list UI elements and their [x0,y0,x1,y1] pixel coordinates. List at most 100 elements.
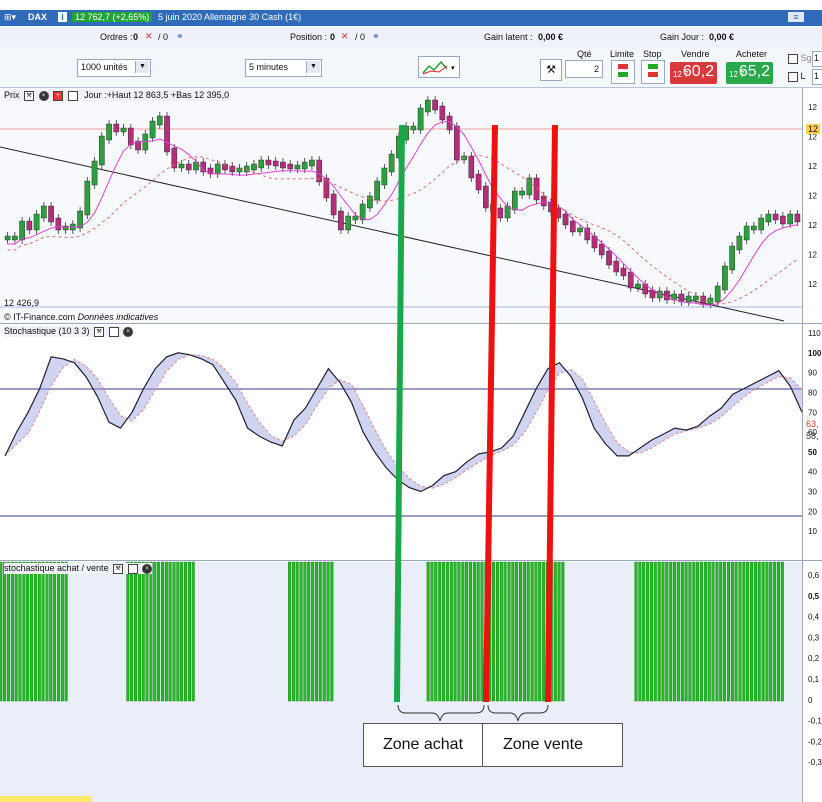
sg-label: Sg [800,53,812,63]
close-position-icon[interactable]: ✕ [341,31,349,42]
close-icon[interactable]: × [123,326,134,337]
cancel-orders-icon[interactable]: ✕ [145,31,153,42]
ordres-total: / 0 [158,32,169,42]
chevron-down-icon[interactable]: ▼ [306,61,320,73]
chart-type-button[interactable]: ▾ [418,56,460,78]
signal-bar [37,561,41,702]
bull-candle [309,159,315,167]
interval-select[interactable]: 5 minutes ▼ [245,59,322,77]
buy-button[interactable]: 12 7 65,2 [726,62,773,84]
signal-bar [49,561,53,702]
signal-bar [669,561,673,702]
bull-candle [743,225,750,241]
signal-bar [0,561,3,702]
signal-bar [646,561,650,702]
signal-panel-header: stochastique achat / vente ⚒ × [4,563,153,574]
sell-price: 60,2 [682,63,714,80]
bear-candle [497,207,504,219]
credit-text: © IT-Finance.com [4,312,76,322]
signal-bar [495,561,499,702]
bear-candle [287,163,294,170]
signal-bar [515,561,519,702]
bull-candle [577,227,583,233]
signal-bar [472,561,476,702]
signal-bar [649,561,653,702]
wrench-icon[interactable]: ⚒ [94,326,105,337]
signal-bar [561,561,565,702]
symbol-label[interactable]: DAX [28,12,47,22]
add-icon[interactable]: + [53,90,64,101]
bull-candle [120,127,127,133]
close-icon[interactable]: × [38,90,49,101]
gain-jour-value: 0,00 € [709,32,735,42]
maximize-icon[interactable] [127,563,138,574]
chart-icon[interactable]: ⊞▾ [4,12,16,23]
buy-price: 65,2 [738,63,770,80]
signal-bar [10,561,14,702]
quantity-input[interactable]: 2 [565,60,603,78]
units-select[interactable]: 1000 unités ▼ [77,59,151,77]
credit-note: Données indicatives [77,312,159,322]
signal-tick-label: -0,2 [808,737,822,746]
menu-icon[interactable]: ≡ [788,12,804,22]
bull-candle [417,107,424,131]
scrollbar-thumb[interactable] [0,796,92,802]
signal-bar [653,561,657,702]
signal-bar [680,561,684,702]
stop-order-button[interactable] [641,60,665,84]
bull-candle [258,159,265,169]
bull-candle [156,115,163,126]
bear-candle [338,210,344,231]
sg-checkbox[interactable]: Sg [786,53,812,64]
sg-input[interactable]: 1 [812,51,822,67]
signal-bar [538,561,542,702]
wrench-icon[interactable]: ⚒ [24,90,35,101]
signal-bar [465,561,469,702]
maximize-icon[interactable] [108,326,119,337]
stoch-panel-header: Stochastique (10 3 3) ⚒ × [4,326,134,337]
signal-bar [530,561,534,702]
signal-bar [314,561,318,702]
close-icon[interactable]: × [142,563,153,574]
l-input[interactable]: 1 [812,69,822,85]
signal-bar [3,561,7,702]
title-bar: ⊞▾ DAX i 12 762,7 (+2,65%) 5 juin 2020 A… [0,10,822,26]
signal-bar [130,561,134,702]
stoch-tick-label: 80 [808,388,817,397]
checkbox-icon[interactable] [788,53,798,64]
bull-candle [374,180,380,201]
vendre-label: Vendre [681,49,710,59]
signal-bar [773,561,777,702]
signal-bar [719,561,723,702]
wrench-icon[interactable]: ⚒ [540,59,562,81]
sell-button[interactable]: 12 7 60,2 [670,62,717,84]
bull-candle [367,195,373,209]
bear-candle [606,250,612,266]
bull-candle [635,283,641,289]
bear-candle [26,220,33,231]
chart-area[interactable]: 12121212121212 110100908070605040302010 … [0,88,822,802]
chart-type-icon: ▾ [422,60,455,75]
bull-candle [251,163,257,171]
position-value: 0 [330,32,336,42]
orders-link-icon[interactable]: ⚭ [176,31,184,42]
signal-bar [157,561,161,702]
info-icon[interactable]: i [58,12,67,22]
stoch-tick-label: 50 [808,448,817,457]
maximize-icon[interactable] [67,90,78,101]
l-input-value: 1 [814,71,820,81]
chevron-down-icon[interactable]: ▼ [135,61,149,73]
bear-candle [454,125,460,161]
wrench-icon[interactable]: ⚒ [113,563,124,574]
signal-bar [14,561,18,702]
signal-bar [426,561,430,702]
signal-bar [696,561,700,702]
position-link-icon[interactable]: ⚭ [372,31,380,42]
qte-label: Qté [577,49,592,59]
limit-order-button[interactable] [611,60,635,84]
signal-bar [534,561,538,702]
l-checkbox[interactable]: L [786,71,806,82]
stoch-tick-label: 90 [808,369,817,378]
checkbox-icon[interactable] [788,71,798,82]
gain-jour-label: Gain Jour : [660,32,705,42]
